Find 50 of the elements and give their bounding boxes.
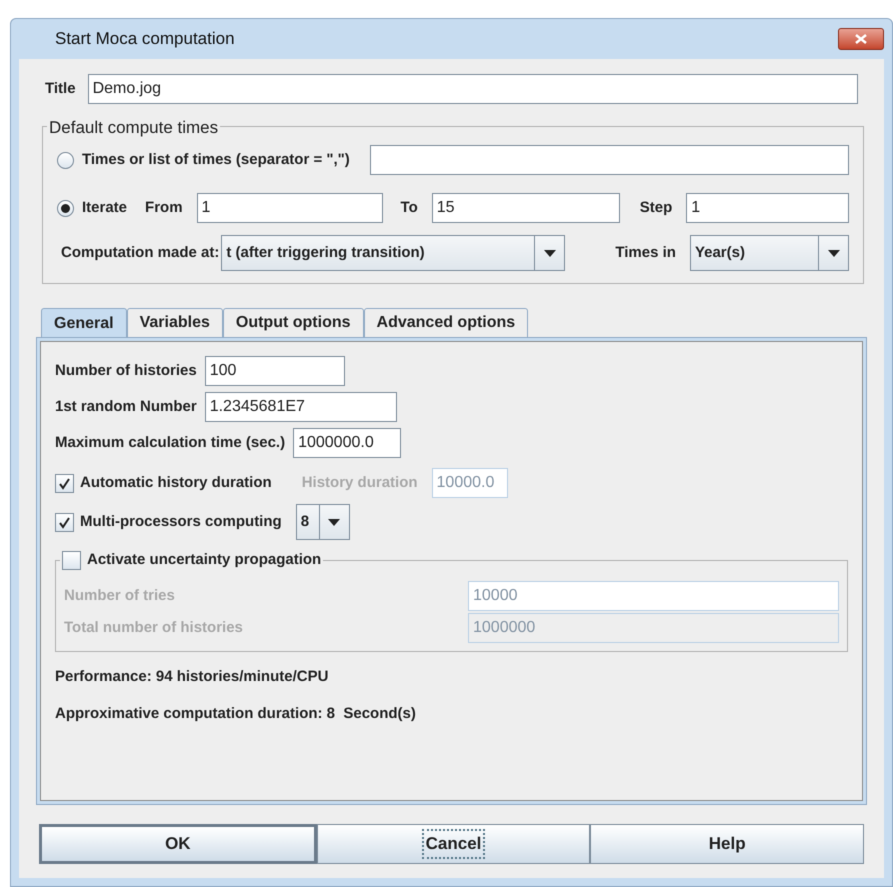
field-label: Number of histories xyxy=(55,360,197,381)
radio-label[interactable]: Iterate xyxy=(82,196,128,220)
close-button[interactable] xyxy=(838,28,884,50)
text-field[interactable] xyxy=(370,145,849,175)
radio-button[interactable] xyxy=(57,200,74,216)
dialog-button[interactable]: Help xyxy=(590,824,864,864)
duration-text: Approximative computation duration: 8 Second(s) xyxy=(55,704,417,724)
field-label: Total number of histories xyxy=(64,618,244,638)
field-label: From xyxy=(145,198,183,218)
dropdown[interactable]: 8 xyxy=(296,504,350,540)
field-label: History duration xyxy=(302,472,418,493)
performance-text: Performance: 94 histories/minute/CPU xyxy=(55,667,330,687)
tab[interactable]: General xyxy=(41,308,127,338)
checkbox[interactable] xyxy=(55,512,74,532)
dialog-button[interactable]: OK xyxy=(39,824,317,864)
radio-button[interactable] xyxy=(57,152,74,168)
dropdown[interactable]: Year(s) xyxy=(690,235,849,271)
window-title: Start Moca computation xyxy=(55,28,236,50)
field-label: To xyxy=(400,198,418,218)
field-label: Times in xyxy=(615,242,676,263)
text-field[interactable]: 100 xyxy=(204,356,345,386)
field-label: Maximum calculation time (sec.) xyxy=(55,432,286,453)
checkbox-label[interactable]: Activate uncertainty propagation xyxy=(87,549,322,572)
dropdown[interactable]: t (after triggering transition) xyxy=(221,235,566,271)
caret-icon xyxy=(544,250,556,256)
tab[interactable]: Variables xyxy=(126,308,223,338)
field-label: Title xyxy=(45,78,76,99)
text-field[interactable]: 1 xyxy=(196,193,383,223)
caret-icon xyxy=(328,518,340,526)
caret-icon xyxy=(828,250,840,256)
field-label: Computation made at: xyxy=(61,242,220,263)
field-label: Step xyxy=(640,198,672,218)
checkbox-label[interactable]: Automatic history duration xyxy=(80,472,272,494)
text-field[interactable]: 15 xyxy=(432,193,620,223)
tab[interactable]: Advanced options xyxy=(364,308,528,338)
dialog-button[interactable]: Cancel xyxy=(316,824,590,864)
field-label: Number of tries xyxy=(64,586,176,606)
text-field[interactable]: 1.2345681E7 xyxy=(204,392,397,422)
text-field[interactable]: 1 xyxy=(686,193,849,223)
close-icon xyxy=(855,34,867,44)
text-field[interactable]: 1000000.0 xyxy=(293,428,402,458)
check-icon xyxy=(58,516,71,528)
check-icon xyxy=(58,476,71,490)
tab[interactable]: Output options xyxy=(222,308,364,338)
checkbox-label[interactable]: Multi-processors computing xyxy=(80,510,282,534)
checkbox[interactable] xyxy=(62,550,81,570)
field-label: 1st random Number xyxy=(55,396,197,417)
title-field[interactable]: Demo.jog xyxy=(88,74,858,104)
radio-label[interactable]: Times or list of times (separator = ",") xyxy=(82,148,350,172)
checkbox[interactable] xyxy=(55,474,74,492)
